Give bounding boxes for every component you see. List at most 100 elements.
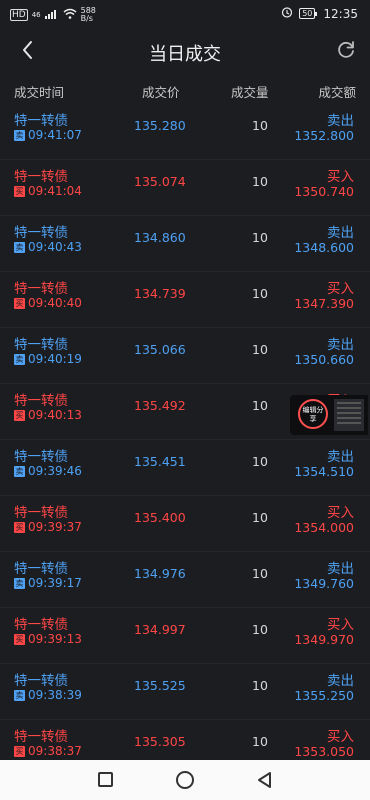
trade-price: 135.074	[134, 174, 186, 189]
trade-volume: 10	[252, 118, 268, 133]
trade-time: 09:39:13	[28, 632, 82, 646]
security-name: 特一转债	[14, 505, 68, 521]
wifi-icon	[63, 8, 77, 22]
trade-volume: 10	[252, 566, 268, 581]
trade-price: 135.400	[134, 510, 186, 525]
trade-price: 135.492	[134, 398, 186, 413]
trade-time: 09:41:04	[28, 184, 82, 198]
trade-amount: 1354.000	[294, 520, 354, 535]
home-icon[interactable]	[176, 771, 194, 789]
trade-side: 卖出	[327, 337, 354, 353]
trade-volume: 10	[252, 342, 268, 357]
trade-volume: 10	[252, 622, 268, 637]
trade-time: 09:40:13	[28, 408, 82, 422]
trade-row[interactable]: 特一转债 买 09:39:13 134.997 10 买入 1349.970	[0, 608, 370, 664]
trade-price: 134.997	[134, 622, 186, 637]
trade-side: 卖出	[327, 113, 354, 129]
hd-indicator: HD	[10, 9, 28, 21]
trade-direction-tag: 买	[14, 521, 25, 533]
trade-side: 买入	[327, 281, 354, 297]
trade-direction-tag: 买	[14, 185, 25, 197]
trade-time: 09:39:37	[28, 520, 82, 534]
column-header-amount: 成交额	[318, 85, 356, 100]
recent-apps-icon[interactable]	[98, 772, 113, 787]
trade-price: 134.860	[134, 230, 186, 245]
trade-row[interactable]: 特一转债 买 09:39:37 135.400 10 买入 1354.000	[0, 496, 370, 552]
trade-direction-tag: 卖	[14, 465, 25, 477]
trade-direction-tag: 买	[14, 409, 25, 421]
status-bar: HD 46 588 B/s 50 12:35	[0, 0, 370, 28]
trade-direction-tag: 卖	[14, 353, 25, 365]
system-nav-bar	[0, 760, 370, 800]
trade-price: 135.525	[134, 678, 186, 693]
trade-side: 买入	[327, 505, 354, 521]
trade-row[interactable]: 特一转债 卖 09:40:43 134.860 10 卖出 1348.600	[0, 216, 370, 272]
trade-time: 09:40:19	[28, 352, 82, 366]
trade-price: 135.280	[134, 118, 186, 133]
trade-volume: 10	[252, 510, 268, 525]
floating-share-widget[interactable]: 编辑分享	[290, 395, 368, 435]
trade-time: 09:41:07	[28, 128, 82, 142]
security-name: 特一转债	[14, 169, 68, 185]
security-name: 特一转债	[14, 617, 68, 633]
trade-time: 09:39:46	[28, 464, 82, 478]
trade-direction-tag: 卖	[14, 241, 25, 253]
trade-direction-tag: 买	[14, 745, 25, 757]
security-name: 特一转债	[14, 561, 68, 577]
trade-side: 买入	[327, 617, 354, 633]
trade-list[interactable]: 特一转债 卖 09:41:07 135.280 10 卖出 1352.800 特一…	[0, 104, 370, 776]
trade-amount: 1350.740	[294, 184, 354, 199]
trade-direction-tag: 买	[14, 633, 25, 645]
security-name: 特一转债	[14, 393, 68, 409]
trade-direction-tag: 卖	[14, 577, 25, 589]
trade-amount: 1348.600	[294, 240, 354, 255]
system-back-icon[interactable]	[256, 771, 274, 789]
trade-volume: 10	[252, 678, 268, 693]
trade-amount: 1349.760	[294, 576, 354, 591]
trade-volume: 10	[252, 230, 268, 245]
status-right: 50 12:35	[281, 6, 358, 21]
refresh-icon[interactable]	[334, 38, 358, 62]
trade-direction-tag: 卖	[14, 689, 25, 701]
trade-row[interactable]: 特一转债 买 09:40:40 134.739 10 买入 1347.390	[0, 272, 370, 328]
trade-amount: 1352.800	[294, 128, 354, 143]
security-name: 特一转债	[14, 729, 68, 745]
trade-row[interactable]: 特一转债 买 09:41:04 135.074 10 买入 1350.740	[0, 160, 370, 216]
trade-price: 135.305	[134, 734, 186, 749]
trade-volume: 10	[252, 286, 268, 301]
trade-amount: 1353.050	[294, 744, 354, 759]
security-name: 特一转债	[14, 673, 68, 689]
edit-share-button[interactable]: 编辑分享	[298, 399, 328, 429]
trade-side: 买入	[327, 169, 354, 185]
trade-side: 卖出	[327, 225, 354, 241]
trade-amount: 1349.970	[294, 632, 354, 647]
trade-row[interactable]: 特一转债 卖 09:38:39 135.525 10 卖出 1355.250	[0, 664, 370, 720]
table-header: 成交时间 成交价 成交量 成交额	[0, 74, 370, 104]
trade-row[interactable]: 特一转债 卖 09:40:19 135.066 10 卖出 1350.660	[0, 328, 370, 384]
network-speed: 588 B/s	[81, 7, 96, 23]
trade-price: 135.066	[134, 342, 186, 357]
column-header-price: 成交价	[142, 85, 180, 100]
status-left: HD 46 588 B/s	[10, 7, 96, 23]
trade-time: 09:40:40	[28, 296, 82, 310]
trade-row[interactable]: 特一转债 卖 09:39:17 134.976 10 卖出 1349.760	[0, 552, 370, 608]
trade-row[interactable]: 特一转债 卖 09:41:07 135.280 10 卖出 1352.800	[0, 104, 370, 160]
trade-side: 卖出	[327, 673, 354, 689]
security-name: 特一转债	[14, 225, 68, 241]
trade-volume: 10	[252, 174, 268, 189]
clock: 12:35	[323, 6, 358, 21]
security-name: 特一转债	[14, 281, 68, 297]
battery-level: 50	[299, 8, 316, 19]
trade-side: 卖出	[327, 561, 354, 577]
trade-price: 134.739	[134, 286, 186, 301]
trade-direction-tag: 买	[14, 297, 25, 309]
trade-price: 134.976	[134, 566, 186, 581]
network-speed-unit: B/s	[80, 14, 93, 23]
trade-row[interactable]: 特一转债 卖 09:39:46 135.451 10 卖出 1354.510	[0, 440, 370, 496]
trade-time: 09:40:43	[28, 240, 82, 254]
trade-volume: 10	[252, 734, 268, 749]
screenshot-thumbnail[interactable]	[334, 399, 364, 431]
column-header-time: 成交时间	[14, 85, 65, 100]
trade-price: 135.451	[134, 454, 186, 469]
trade-amount: 1355.250	[294, 688, 354, 703]
